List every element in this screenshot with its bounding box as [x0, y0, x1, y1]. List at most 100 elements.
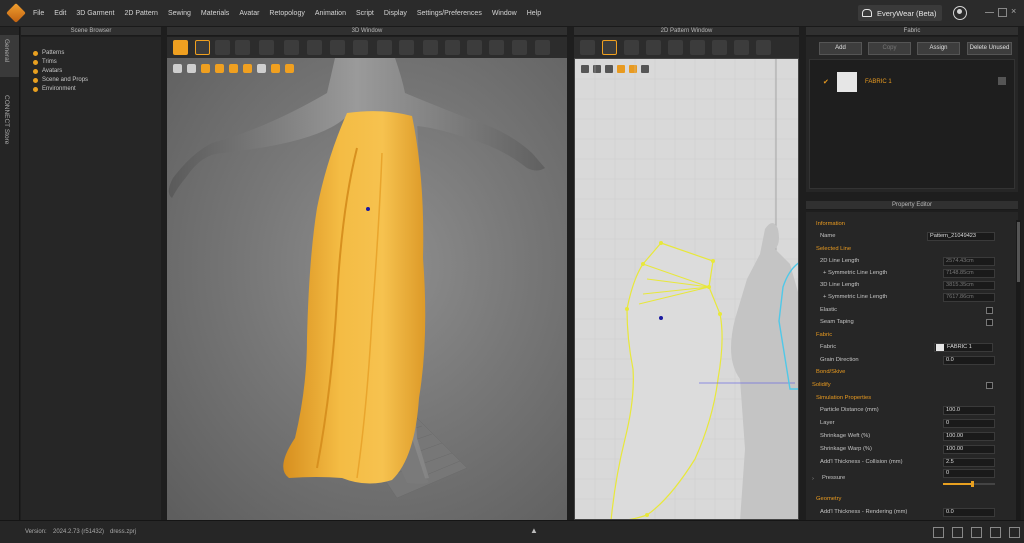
- fabric-list-item[interactable]: ✔ FABRIC 1: [810, 70, 1014, 96]
- menu-help[interactable]: Help: [527, 10, 541, 17]
- tree-item-avatars[interactable]: Avatars: [33, 68, 62, 74]
- row-seam-taping: Seam Taping: [806, 316, 1010, 328]
- expand-arrow-icon[interactable]: ›: [812, 476, 814, 482]
- section-simulation[interactable]: Simulation Properties: [806, 392, 1010, 404]
- trims-icon: [33, 59, 38, 65]
- select-mesh-tool-icon[interactable]: [195, 40, 210, 55]
- edit-pattern-icon[interactable]: [602, 40, 617, 55]
- strengthen-tool-icon[interactable]: [467, 40, 482, 55]
- fabric-options-icon[interactable]: [998, 77, 1006, 85]
- delete-unused-button[interactable]: Delete Unused: [967, 42, 1012, 55]
- close-window-icon[interactable]: ×: [1011, 7, 1020, 16]
- tab-general[interactable]: General: [3, 39, 10, 62]
- tree-item-scene-and-props[interactable]: Scene and Props: [33, 77, 88, 83]
- pressure-field[interactable]: 0: [943, 469, 995, 478]
- viewport-2d[interactable]: [574, 58, 799, 520]
- tree-item-environment[interactable]: Environment: [33, 86, 76, 92]
- menu-3d-garment[interactable]: 3D Garment: [76, 10, 114, 17]
- internal-line-icon[interactable]: [668, 40, 683, 55]
- layout-2d-icon[interactable]: [990, 527, 1001, 538]
- section-selected-line[interactable]: Selected Line: [806, 243, 1010, 255]
- puckering-tool-icon[interactable]: [535, 40, 550, 55]
- window2d-title: 2D Pattern Window: [660, 28, 713, 34]
- copy-fabric-button[interactable]: Copy: [868, 42, 911, 55]
- menu-script[interactable]: Script: [356, 10, 374, 17]
- layout-3d-icon[interactable]: [971, 527, 982, 538]
- selection-point[interactable]: [366, 207, 370, 211]
- expand-panel-icon[interactable]: ▲: [530, 526, 538, 535]
- section-bond-skive[interactable]: Bond/Skive: [806, 366, 1010, 378]
- user-account-icon[interactable]: [953, 6, 967, 20]
- minimize-icon[interactable]: [985, 8, 994, 13]
- avatar-tool-icon[interactable]: [377, 40, 392, 55]
- shrinkage-weft-field[interactable]: 100.00: [943, 431, 995, 441]
- row-shrinkage-warp: Shrinkage Warp (%) 100.00: [806, 443, 1010, 455]
- layout-split-icon[interactable]: [952, 527, 963, 538]
- solidify-checkbox[interactable]: [986, 381, 993, 389]
- pattern-point[interactable]: [659, 316, 663, 320]
- free-sewing-icon[interactable]: [734, 40, 749, 55]
- menu-window[interactable]: Window: [492, 10, 517, 17]
- menu-settings[interactable]: Settings/Preferences: [417, 10, 482, 17]
- layer-field[interactable]: 0: [943, 418, 995, 428]
- garment-tool-icon[interactable]: [259, 40, 274, 55]
- pattern-piece-front[interactable]: [610, 242, 723, 520]
- shrinkage-warp-field[interactable]: 100.00: [943, 444, 995, 454]
- thickness-collision-field[interactable]: 2.5: [943, 457, 995, 467]
- transform-pattern-icon[interactable]: [580, 40, 595, 55]
- thickness-rendering-field[interactable]: 0.0: [943, 507, 995, 517]
- section-fabric[interactable]: Fabric: [806, 329, 1010, 341]
- add-fabric-button[interactable]: Add: [819, 42, 862, 55]
- rectangle-tool-icon[interactable]: [646, 40, 661, 55]
- menu-retopology[interactable]: Retopology: [269, 10, 304, 17]
- fold-arrangement-icon[interactable]: [756, 40, 771, 55]
- tack-tool-icon[interactable]: [215, 40, 230, 55]
- layout-grid-icon[interactable]: [1009, 527, 1020, 538]
- select-move-tool-icon[interactable]: [173, 40, 188, 55]
- everywear-button[interactable]: EveryWear (Beta): [858, 5, 943, 21]
- window3d-title: 3D Window: [351, 28, 383, 34]
- section-geometry[interactable]: Geometry: [806, 493, 1010, 505]
- menu-materials[interactable]: Materials: [201, 10, 229, 17]
- measure-tool-icon[interactable]: [353, 40, 368, 55]
- fold-tool-icon[interactable]: [307, 40, 322, 55]
- arrangement-tool-icon[interactable]: [284, 40, 299, 55]
- avatars-icon: [33, 68, 38, 74]
- row-layer: Layer 0: [806, 417, 1010, 429]
- particle-distance-field[interactable]: 100.0: [943, 405, 995, 415]
- edit-curve-tool-icon[interactable]: [445, 40, 460, 55]
- section-information[interactable]: Information: [806, 218, 1010, 230]
- polygon-tool-icon[interactable]: [624, 40, 639, 55]
- button-tool-icon[interactable]: [399, 40, 414, 55]
- assign-fabric-button[interactable]: Assign: [917, 42, 960, 55]
- snap-tool-icon[interactable]: [512, 40, 527, 55]
- seam-taping-checkbox[interactable]: [986, 318, 993, 326]
- tree-item-trims[interactable]: Trims: [33, 59, 57, 65]
- dart-tool-icon[interactable]: [690, 40, 705, 55]
- menu-edit[interactable]: Edit: [54, 10, 66, 17]
- zipper-tool-icon[interactable]: [423, 40, 438, 55]
- grain-direction-field[interactable]: 0.0: [943, 355, 995, 365]
- tree-item-patterns[interactable]: Patterns: [33, 50, 64, 56]
- menu-file[interactable]: File: [33, 10, 44, 17]
- menu-2d-pattern[interactable]: 2D Pattern: [124, 10, 157, 17]
- row-2d-line-length: 2D Line Length 2574.43cm: [806, 255, 1010, 267]
- menu-avatar[interactable]: Avatar: [239, 10, 259, 17]
- elastic-checkbox[interactable]: [986, 306, 993, 314]
- name-field[interactable]: Pattern_21049423: [927, 231, 995, 241]
- segment-sewing-icon[interactable]: [712, 40, 727, 55]
- menu-display[interactable]: Display: [384, 10, 407, 17]
- pin-tool-icon[interactable]: [235, 40, 250, 55]
- pressure-slider-handle[interactable]: [971, 481, 974, 487]
- viewport-3d[interactable]: [167, 58, 567, 520]
- layout-single-icon[interactable]: [933, 527, 944, 538]
- menu-sewing[interactable]: Sewing: [168, 10, 191, 17]
- trace-tool-icon[interactable]: [489, 40, 504, 55]
- menu-animation[interactable]: Animation: [315, 10, 346, 17]
- seam-tool-icon[interactable]: [330, 40, 345, 55]
- tab-connect-store[interactable]: CONNECT Store: [3, 95, 10, 144]
- row-label: Name: [820, 233, 836, 239]
- checkmark-icon: ✔: [823, 79, 829, 86]
- maximize-icon[interactable]: [998, 8, 1007, 17]
- property-scrollbar[interactable]: [1016, 220, 1021, 520]
